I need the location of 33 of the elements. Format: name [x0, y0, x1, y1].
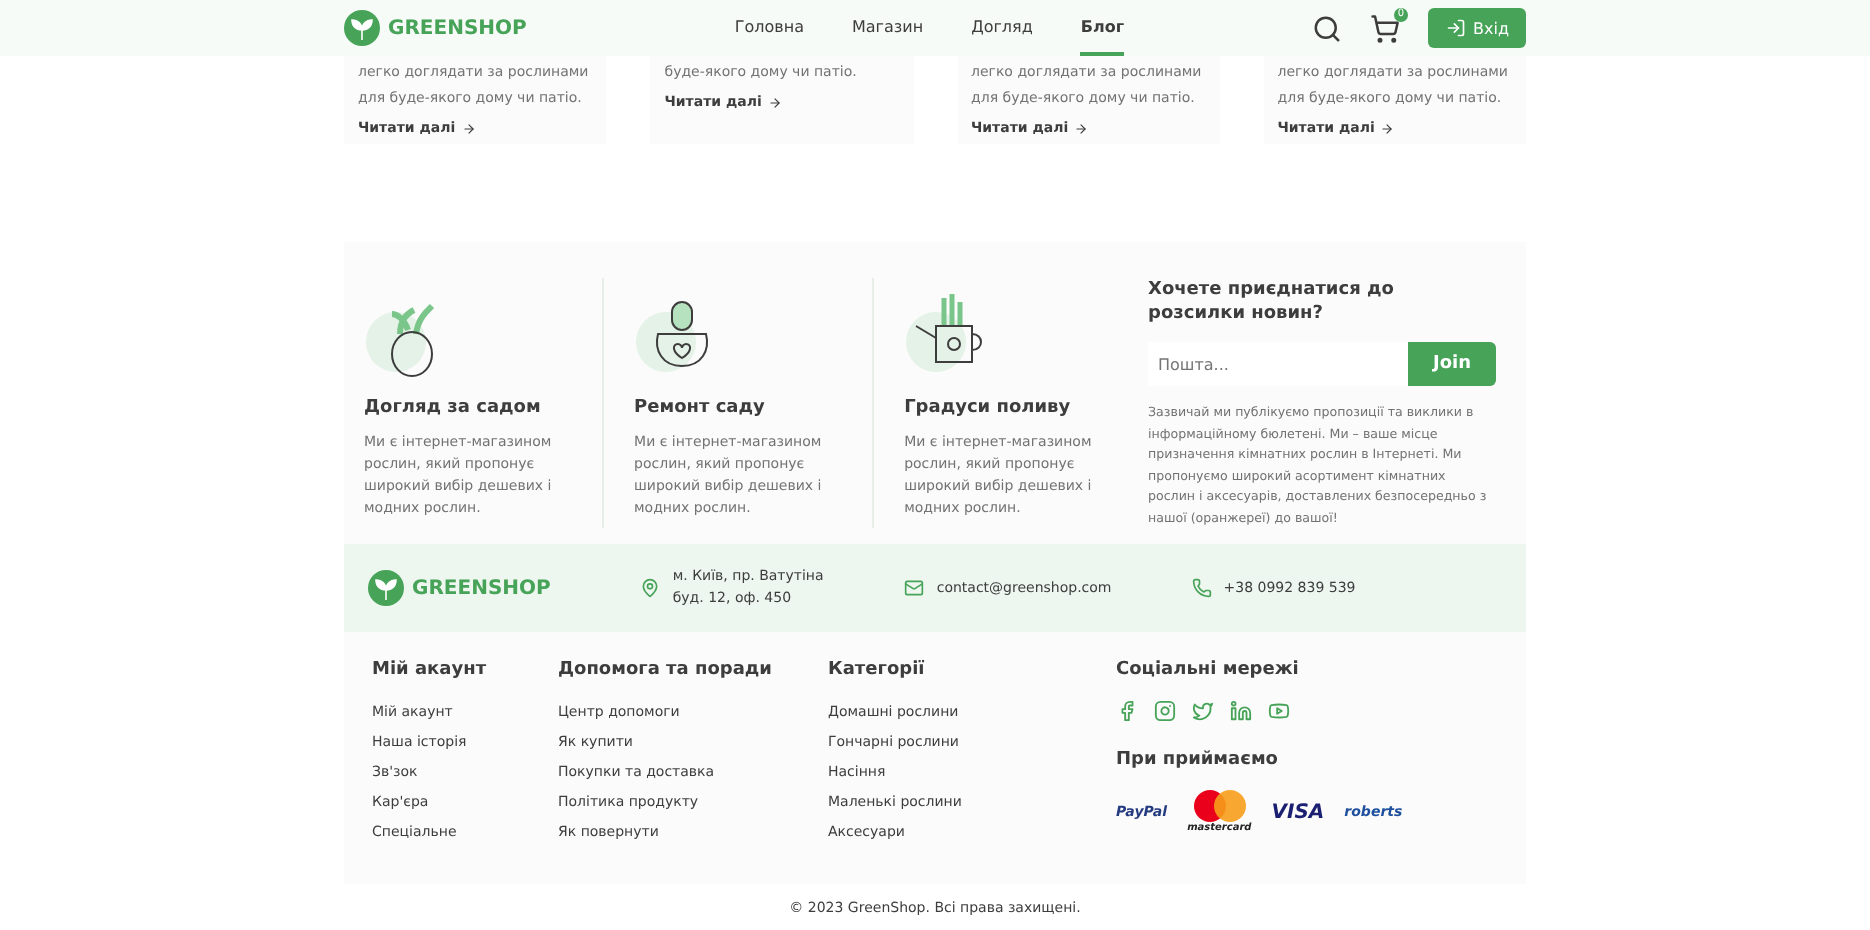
facebook-icon[interactable] — [1116, 700, 1138, 722]
visa-logo: VISA — [1271, 801, 1325, 823]
payments-heading: При приймаємо — [1116, 750, 1280, 770]
logo-text: GREENSHOP — [412, 577, 551, 599]
column-heading: Соціальні мережі — [1116, 660, 1301, 680]
arrow-right-icon — [461, 121, 476, 135]
feature-title: Догляд за садом — [364, 398, 543, 418]
column-heading: Допомога та поради — [558, 660, 774, 680]
instagram-icon[interactable] — [1154, 700, 1176, 722]
nav-link[interactable]: Магазин — [851, 0, 924, 56]
feature-title: Ремонт саду — [634, 398, 767, 418]
youtube-icon[interactable] — [1268, 700, 1290, 722]
column-heading: Категорії — [828, 660, 927, 680]
newsletter-title: Хочете приєднатися до розсилки новин? — [1148, 278, 1396, 326]
feature-title: Градуси поливу — [904, 398, 1073, 418]
leaf-logo-icon — [344, 10, 380, 46]
search-icon[interactable] — [1312, 13, 1342, 43]
cart-icon[interactable] — [1370, 13, 1400, 43]
nav-link[interactable]: Головна — [734, 0, 804, 56]
mail-icon — [904, 578, 925, 598]
arrow-right-icon — [767, 95, 782, 109]
phone-icon — [1191, 578, 1212, 598]
linkedin-icon[interactable] — [1230, 700, 1252, 722]
login-icon — [1445, 18, 1465, 38]
twitter-icon[interactable] — [1192, 700, 1214, 722]
column-heading: Мій акаунт — [372, 660, 489, 680]
location-pin-icon — [640, 578, 661, 598]
nav-link[interactable]: Догляд — [971, 0, 1033, 56]
arrow-right-icon — [1380, 121, 1395, 135]
arrow-right-icon — [1074, 121, 1089, 135]
leaf-logo-icon — [368, 570, 404, 606]
logo-text: GREENSHOP — [388, 17, 527, 39]
email-field[interactable]: Пошта... — [1148, 342, 1408, 386]
